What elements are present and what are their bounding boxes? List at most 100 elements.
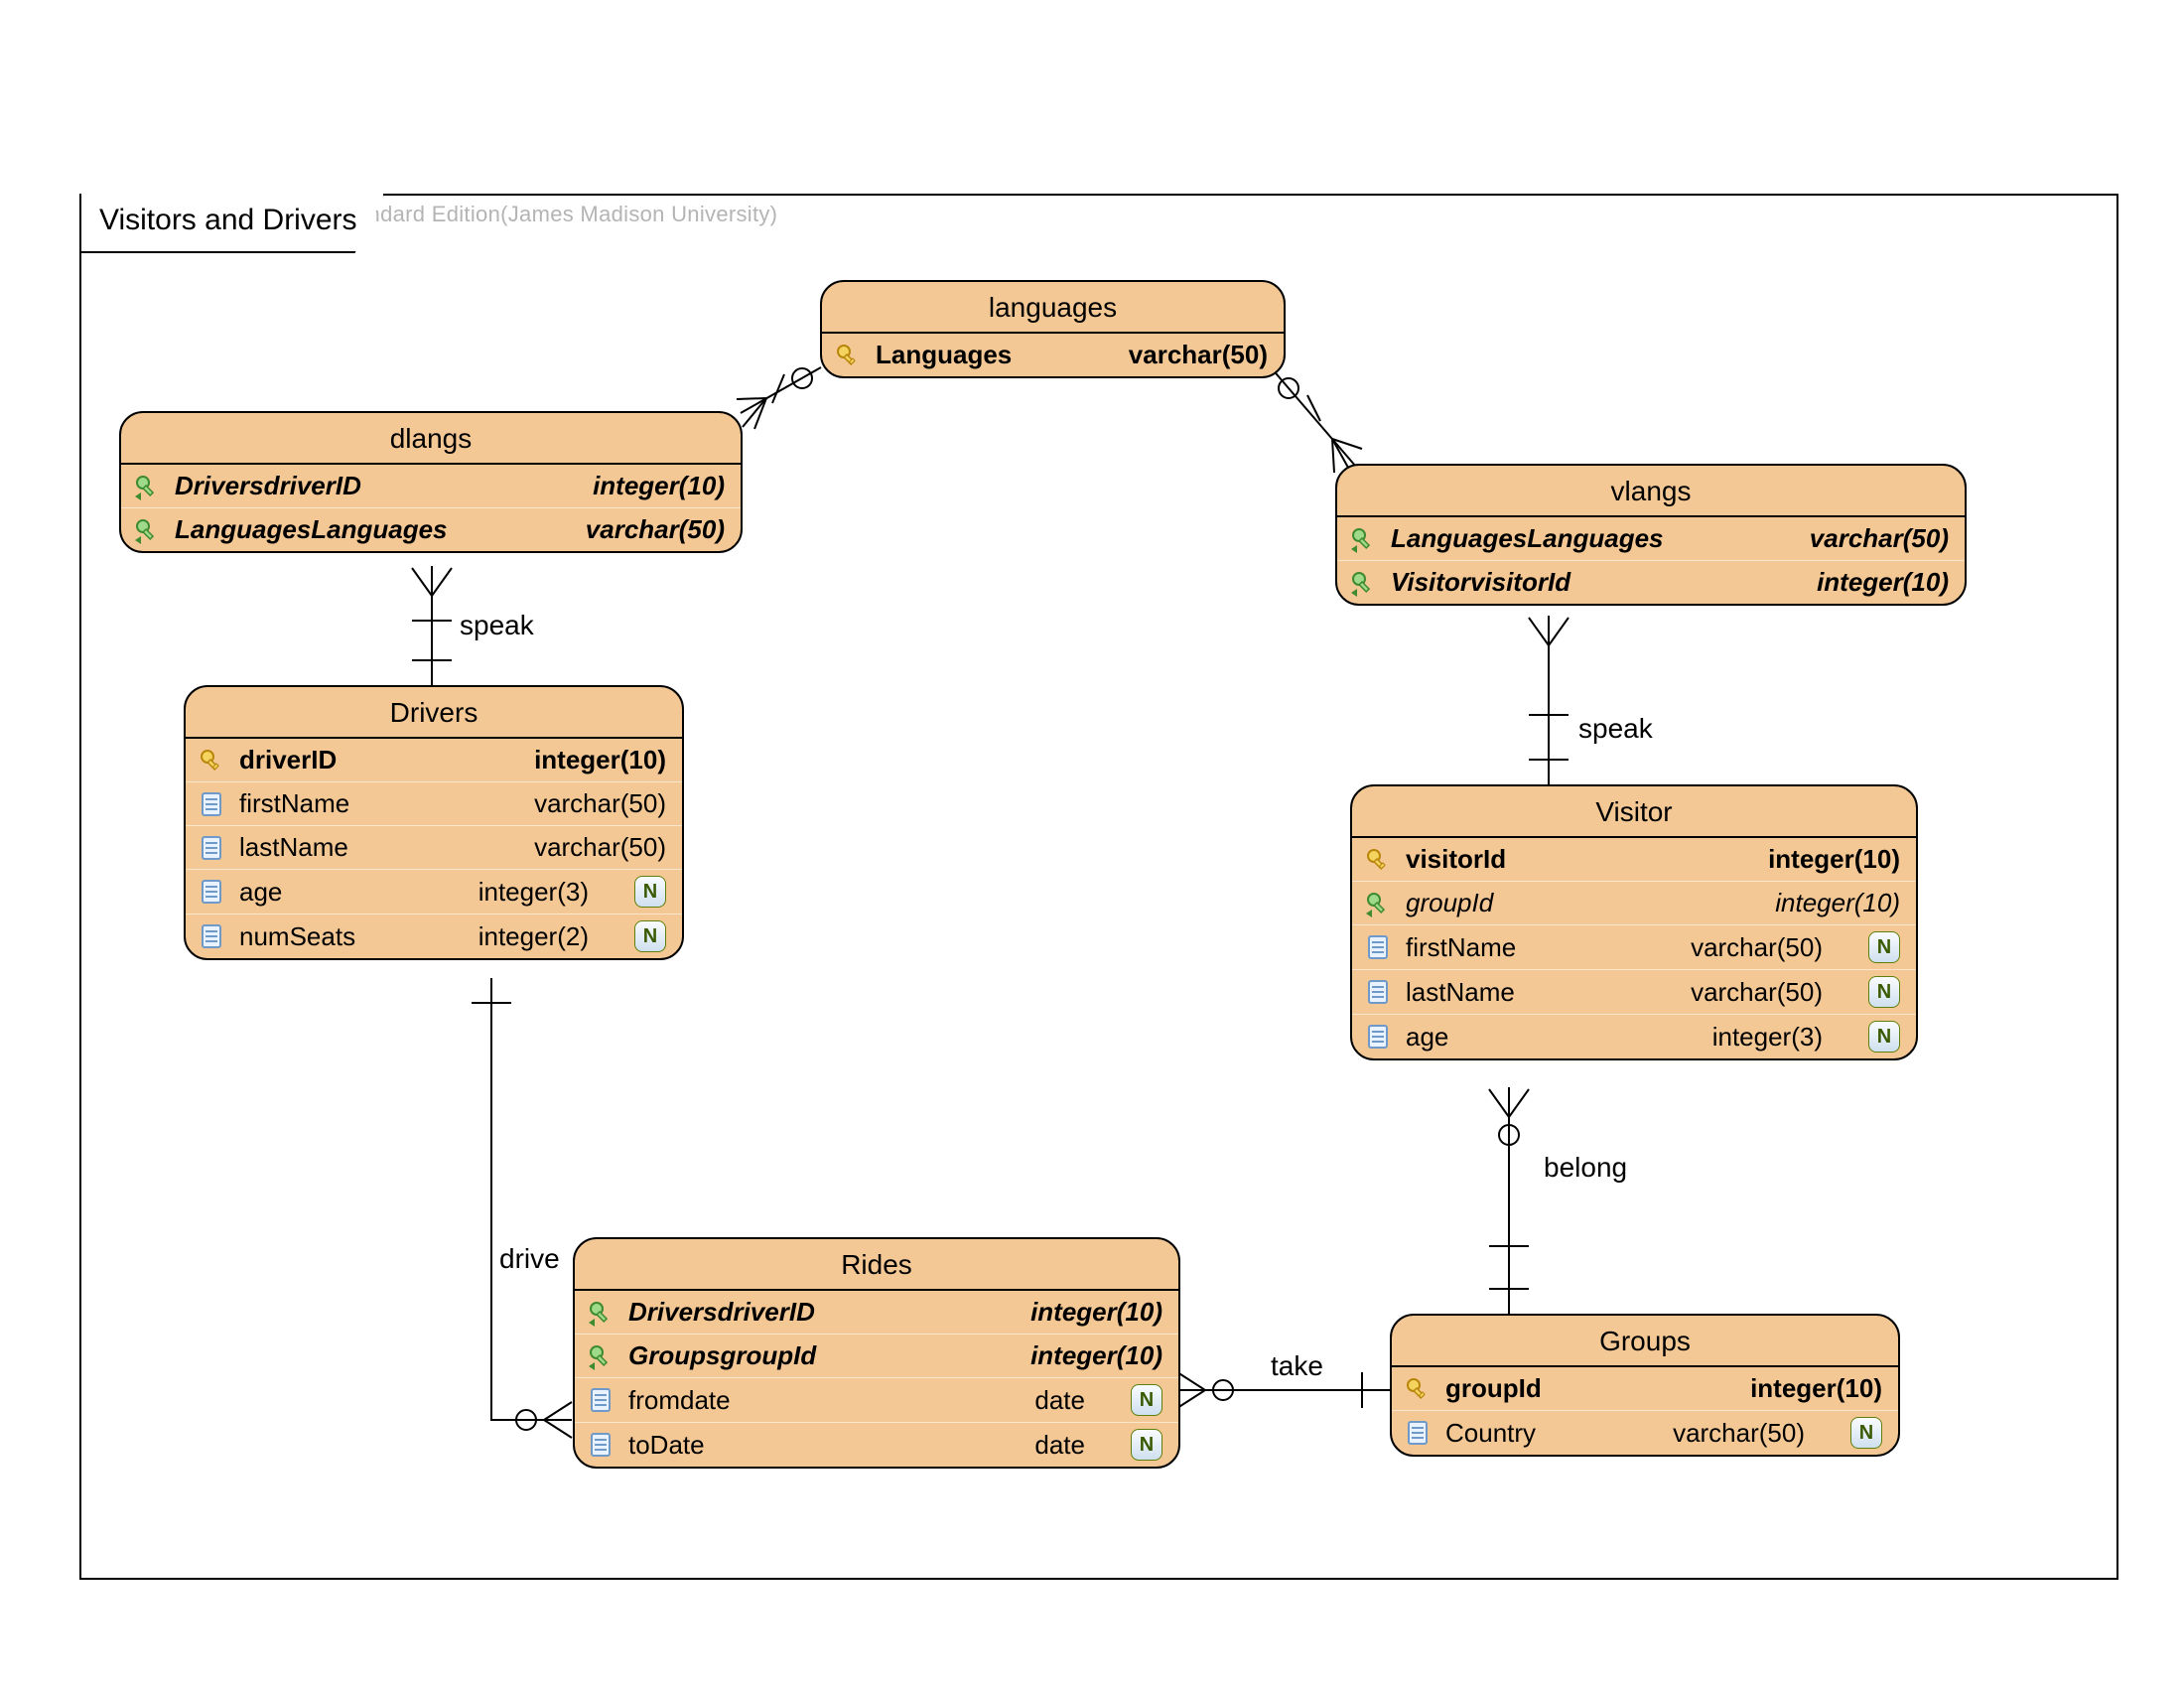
entity-title: languages [822,282,1284,334]
nullable-badge: N [1868,1021,1900,1053]
column-type: integer(10) [1030,1340,1162,1371]
column-icon [198,922,225,950]
column-type: varchar(50) [1691,932,1823,963]
column-type: date [1034,1385,1085,1416]
foreign-key-icon [587,1299,614,1327]
entity-rows: DriversdriverID integer(10) GroupsgroupId… [575,1291,1178,1467]
entity-row[interactable]: Languagesvarchar(50) [822,334,1284,376]
column-icon [198,878,225,906]
entity-row[interactable]: Countryvarchar(50)N [1392,1411,1898,1455]
foreign-key-icon [1364,890,1392,917]
column-type: varchar(50) [1129,340,1268,370]
rel-label-drive: drive [499,1243,560,1275]
column-name: driverID [239,745,337,775]
entity-row[interactable]: visitorIdinteger(10) [1352,838,1916,882]
column-name: age [239,877,282,908]
foreign-key-icon [133,473,161,500]
column-name: age [1406,1022,1448,1053]
nullable-badge: N [634,876,666,908]
column-type: varchar(50) [534,788,666,819]
entity-row[interactable]: DriversdriverID integer(10) [121,465,741,508]
column-icon [1364,1023,1392,1051]
entity-rows: Languagesvarchar(50) [822,334,1284,376]
column-name: GroupsgroupId [628,1340,816,1371]
column-name: firstName [1406,932,1516,963]
entity-title: Groups [1392,1316,1898,1367]
entity-languages[interactable]: languages Languagesvarchar(50) [820,280,1286,378]
entity-row[interactable]: lastNamevarchar(50) [186,826,682,870]
foreign-key-icon [133,516,161,544]
rel-label-speak-right: speak [1578,713,1653,745]
entity-row[interactable]: fromdate date N [575,1378,1178,1423]
entity-row[interactable]: GroupsgroupId integer(10) [575,1335,1178,1378]
column-icon [587,1431,614,1459]
entity-row[interactable]: ageinteger(3)N [1352,1015,1916,1058]
column-type: integer(10) [1775,888,1900,918]
entity-rides[interactable]: Rides DriversdriverID integer(10) Groupsg… [573,1237,1180,1469]
primary-key-icon [198,747,225,774]
entity-title: Rides [575,1239,1178,1291]
nullable-badge: N [1868,976,1900,1008]
entity-row[interactable]: LanguagesLanguages varchar(50) [1337,517,1965,561]
entity-row[interactable]: LanguagesLanguages varchar(50) [121,508,741,551]
entity-title: Visitor [1352,786,1916,838]
column-name: LanguagesLanguages [1391,523,1664,554]
column-type: varchar(50) [534,832,666,863]
rel-label-take: take [1271,1350,1323,1382]
foreign-key-icon [1349,525,1377,553]
nullable-badge: N [634,920,666,952]
diagram-title: Visitors and Drivers [99,204,357,236]
entity-row[interactable]: firstName varchar(50) [186,782,682,826]
column-icon [1364,933,1392,961]
column-type: integer(10) [1817,567,1949,598]
entity-row[interactable]: lastNamevarchar(50)N [1352,970,1916,1015]
entity-row[interactable]: groupIdinteger(10) [1392,1367,1898,1411]
entity-row[interactable]: numSeats integer(2) N [186,914,682,958]
nullable-badge: N [1131,1384,1162,1416]
rel-label-belong: belong [1544,1152,1627,1184]
entity-vlangs[interactable]: vlangs LanguagesLanguages varchar(50) Vis… [1335,464,1967,606]
diagram-title-tab: Visitors and Drivers [79,194,385,253]
entity-row[interactable]: DriversdriverID integer(10) [575,1291,1178,1335]
entity-groups[interactable]: Groups groupIdinteger(10) Countryvarchar… [1390,1314,1900,1457]
entity-visitor[interactable]: Visitor visitorIdinteger(10) groupIdinte… [1350,784,1918,1060]
entity-drivers[interactable]: Drivers driverIDinteger(10) firstName var… [184,685,684,960]
nullable-badge: N [1131,1429,1162,1461]
column-name: fromdate [628,1385,731,1416]
column-name: numSeats [239,921,355,952]
column-type: integer(10) [1750,1373,1882,1404]
entity-title: Drivers [186,687,682,739]
entity-rows: visitorIdinteger(10) groupIdinteger(10) … [1352,838,1916,1058]
entity-row[interactable]: toDatedateN [575,1423,1178,1467]
entity-row[interactable]: driverIDinteger(10) [186,739,682,782]
column-type: date [1034,1430,1085,1461]
column-type: integer(10) [593,471,725,501]
column-name: visitorId [1406,844,1506,875]
column-type: integer(3) [478,877,589,908]
entity-rows: DriversdriverID integer(10) LanguagesLang… [121,465,741,551]
entity-dlangs[interactable]: dlangs DriversdriverID integer(10) Langua… [119,411,743,553]
column-name: VisitorvisitorId [1391,567,1570,598]
entity-title: dlangs [121,413,741,465]
column-icon [198,790,225,818]
column-type: varchar(50) [586,514,725,545]
column-type: varchar(50) [1810,523,1949,554]
column-name: LanguagesLanguages [175,514,448,545]
entity-title: vlangs [1337,466,1965,517]
column-name: firstName [239,788,349,819]
primary-key-icon [1364,846,1392,874]
entity-row[interactable]: firstNamevarchar(50)N [1352,925,1916,970]
entity-row[interactable]: groupIdinteger(10) [1352,882,1916,925]
foreign-key-icon [1349,569,1377,597]
column-name: DriversdriverID [175,471,361,501]
entity-rows: LanguagesLanguages varchar(50) Visitorvis… [1337,517,1965,604]
column-icon [1364,978,1392,1006]
entity-row[interactable]: age integer(3) N [186,870,682,914]
entity-row[interactable]: VisitorvisitorId integer(10) [1337,561,1965,604]
entity-rows: groupIdinteger(10) Countryvarchar(50)N [1392,1367,1898,1455]
column-type: varchar(50) [1673,1418,1805,1449]
column-name: DriversdriverID [628,1297,815,1328]
column-icon [587,1386,614,1414]
column-type: integer(2) [478,921,589,952]
column-type: integer(10) [1030,1297,1162,1328]
